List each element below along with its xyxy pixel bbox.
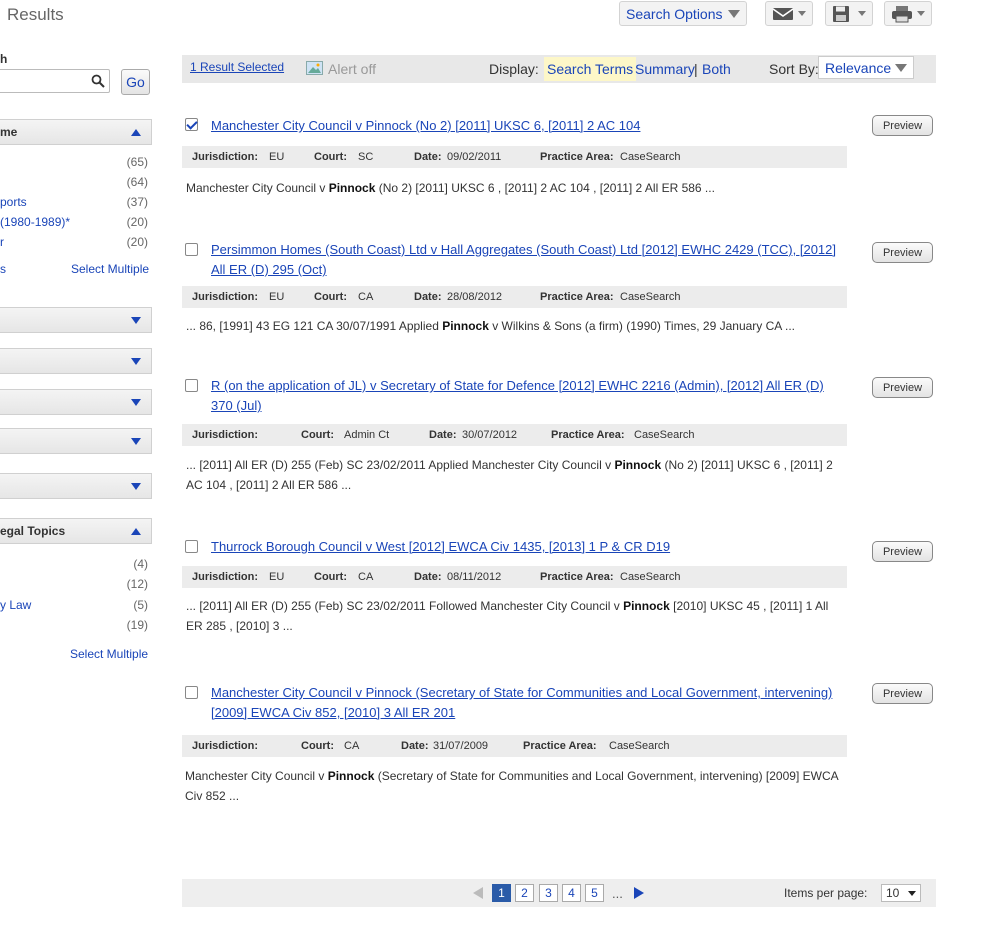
facet-item[interactable]: (12) — [0, 577, 148, 595]
save-button[interactable] — [825, 1, 873, 26]
display-search-terms[interactable]: Search Terms — [544, 57, 637, 81]
expand-icon — [131, 357, 141, 365]
chevron-down-icon — [798, 11, 806, 16]
facet-header-5[interactable] — [0, 428, 152, 454]
search-within-input[interactable] — [0, 69, 110, 93]
print-icon — [892, 5, 912, 22]
result-title-link[interactable]: Thurrock Borough Council v West [2012] E… — [211, 537, 841, 557]
facet-header-2[interactable] — [0, 307, 152, 333]
chevron-down-icon — [858, 11, 866, 16]
facet-item[interactable]: y Law (5) — [0, 598, 148, 616]
facet-header-6[interactable] — [0, 473, 152, 499]
facet-title: me — [0, 125, 18, 139]
expand-icon — [131, 316, 141, 324]
page-4[interactable]: 4 — [562, 884, 581, 902]
result-snippet: Manchester City Council v Pinnock (No 2)… — [186, 181, 715, 195]
search-options-label: Search Options — [626, 5, 723, 22]
result-checkbox[interactable] — [185, 686, 198, 699]
items-per-page-select[interactable]: 10 — [881, 884, 921, 902]
chevron-down-icon — [895, 63, 907, 72]
result-meta: Jurisdiction: EU Court: SC Date: 09/02/2011… — [182, 146, 847, 168]
display-separator: | — [694, 61, 698, 77]
result-checkbox[interactable] — [185, 243, 198, 256]
preview-button[interactable]: Preview — [872, 377, 933, 398]
select-multiple-link[interactable]: Select Multiple — [71, 262, 149, 276]
page-title: Results — [7, 5, 64, 24]
items-per-page-label: Items per page: — [784, 886, 868, 900]
facet-item[interactable]: ports (37) — [0, 195, 148, 213]
result-title-link[interactable]: Persimmon Homes (South Coast) Ltd v Hall… — [211, 240, 841, 280]
preview-button[interactable]: Preview — [872, 683, 933, 704]
result-checkbox[interactable] — [185, 118, 198, 131]
result-snippet: ... [2011] All ER (D) 255 (Feb) SC 23/02… — [186, 458, 833, 492]
facet-item[interactable]: (1980-1989)* (20) — [0, 215, 148, 233]
chevron-down-icon — [908, 890, 916, 896]
result-checkbox[interactable] — [185, 379, 198, 392]
alert-toggle[interactable]: Alert off — [328, 61, 376, 77]
search-within-label: h — [0, 52, 8, 66]
facet-item[interactable]: (19) — [0, 618, 148, 636]
expand-icon — [131, 437, 141, 445]
previous-page-icon[interactable] — [473, 887, 483, 899]
preview-button[interactable]: Preview — [872, 541, 933, 562]
facet-header-3[interactable] — [0, 348, 152, 374]
items-per-page-value: 10 — [886, 886, 900, 900]
go-button[interactable]: Go — [121, 69, 150, 95]
facet-title: egal Topics — [0, 524, 66, 538]
display-label: Display: — [489, 61, 539, 77]
result-meta: Jurisdiction: Court: Admin Ct Date: 30/07/… — [182, 424, 847, 446]
page-1[interactable]: 1 — [492, 884, 511, 902]
expand-icon — [131, 398, 141, 406]
chevron-down-icon — [917, 11, 925, 16]
more-link[interactable]: s — [0, 262, 6, 276]
display-summary-link[interactable]: Summary — [635, 61, 695, 77]
result-checkbox[interactable] — [185, 540, 198, 553]
collapse-icon — [131, 128, 141, 136]
result-meta: Jurisdiction: EU Court: CA Date: 28/08/2012… — [182, 286, 847, 308]
chevron-down-icon — [728, 9, 740, 18]
facet-header-4[interactable] — [0, 389, 152, 415]
result-title-link[interactable]: R (on the application of JL) v Secretary… — [211, 376, 841, 416]
facet-item[interactable]: r (20) — [0, 235, 148, 253]
email-icon — [772, 7, 794, 20]
result-snippet: ... [2011] All ER (D) 255 (Feb) SC 23/02… — [186, 599, 829, 633]
result-title-link[interactable]: Manchester City Council v Pinnock (Secre… — [211, 683, 841, 723]
preview-button[interactable]: Preview — [872, 115, 933, 136]
facet-item[interactable]: (64) — [0, 175, 148, 193]
search-icon[interactable] — [91, 74, 105, 88]
email-button[interactable] — [765, 1, 813, 26]
select-multiple-link[interactable]: Select Multiple — [70, 647, 148, 661]
next-page-icon[interactable] — [634, 887, 644, 899]
sort-label: Sort By: — [769, 61, 819, 77]
expand-icon — [131, 482, 141, 490]
page-ellipsis: ... — [612, 886, 623, 901]
facet-item[interactable]: (65) — [0, 155, 148, 173]
alert-image-icon[interactable] — [306, 61, 323, 75]
page-3[interactable]: 3 — [539, 884, 558, 902]
save-icon — [833, 5, 849, 22]
result-meta: Jurisdiction: EU Court: CA Date: 08/11/2012… — [182, 566, 847, 588]
print-button[interactable] — [884, 1, 932, 26]
result-snippet: ... 86, [1991] 43 EG 121 CA 30/07/1991 A… — [186, 319, 795, 333]
search-options-button[interactable]: Search Options — [619, 1, 747, 26]
sort-select[interactable]: Relevance — [818, 56, 914, 79]
result-snippet: Manchester City Council v Pinnock (Secre… — [185, 769, 838, 803]
collapse-icon — [131, 527, 141, 535]
facet-header-legal-topics[interactable]: egal Topics — [0, 518, 152, 544]
preview-button[interactable]: Preview — [872, 242, 933, 263]
page-2[interactable]: 2 — [515, 884, 534, 902]
page-5[interactable]: 5 — [585, 884, 604, 902]
facet-header-1[interactable]: me — [0, 119, 152, 145]
selected-results-link[interactable]: 1 Result Selected — [190, 60, 284, 74]
result-meta: Jurisdiction: Court: CA Date: 31/07/2009 P… — [182, 735, 847, 757]
result-title-link[interactable]: Manchester City Council v Pinnock (No 2)… — [211, 116, 841, 136]
sort-value: Relevance — [825, 59, 892, 76]
display-both-link[interactable]: Both — [702, 61, 731, 77]
facet-item[interactable]: (4) — [0, 557, 148, 575]
